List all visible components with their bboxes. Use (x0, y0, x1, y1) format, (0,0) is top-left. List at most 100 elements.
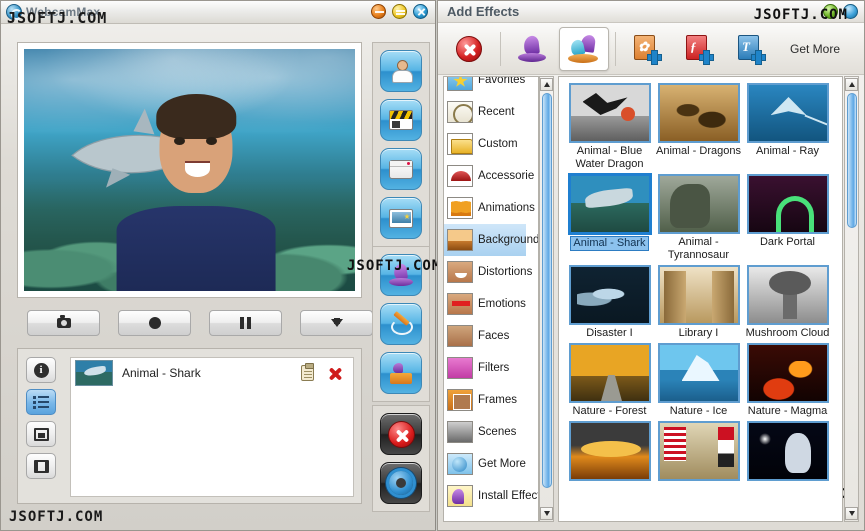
distorted-face-icon (447, 261, 473, 283)
magic-hat-icon (389, 264, 413, 286)
category-item-install-effects[interactable]: Install Effects (444, 480, 538, 512)
scroll-thumb[interactable] (542, 93, 552, 488)
clear-effects-button[interactable] (380, 413, 422, 455)
video-preview[interactable] (24, 49, 355, 291)
add-picture-button[interactable]: ✿ (622, 27, 672, 71)
category-item-frames[interactable]: Frames (444, 384, 526, 416)
download-button[interactable] (300, 310, 373, 336)
stop-x-icon (387, 420, 415, 448)
category-list[interactable]: Favorites Recent Custom Accessorie Animation… (443, 76, 539, 522)
main-window: WebcamMax JSOFTJ.COM JSOFTJ.COM i Animal… (0, 0, 440, 531)
snapshot-button[interactable] (27, 310, 100, 336)
add-effects-panel: Add Effects ✿ ƒ T Get More JSOFTJ.COM Fa… (437, 0, 865, 531)
category-item-accessorie[interactable]: Accessorie (444, 160, 534, 192)
category-scrollbar[interactable] (539, 76, 554, 522)
effect-thumbnail[interactable]: Nature - Ice (654, 343, 743, 418)
delete-x-icon[interactable] (328, 366, 343, 381)
camera-icon (56, 315, 71, 328)
effect-thumbnail-label: Dark Portal (759, 236, 816, 248)
effect-thumbnail[interactable]: Animal - Dragons (654, 83, 743, 171)
effects-scrollbar[interactable] (844, 76, 859, 522)
effects-window-controls (823, 4, 858, 19)
video-tab[interactable] (26, 453, 56, 479)
fx-close-button[interactable] (843, 4, 858, 19)
record-button[interactable] (118, 310, 191, 336)
effect-thumbnail[interactable]: Animal - Shark (565, 174, 654, 262)
add-effects-button[interactable] (380, 254, 422, 296)
add-flash-button[interactable]: ƒ (674, 27, 724, 71)
effect-thumbnail[interactable] (743, 421, 832, 481)
effect-thumbnail-label: Nature - Magma (747, 405, 828, 417)
doodle-button[interactable] (380, 303, 422, 345)
category-item-scenes[interactable]: Scenes (444, 416, 526, 448)
list-icon (33, 396, 49, 409)
category-item-animations[interactable]: Animations (444, 192, 535, 224)
arrow-down-icon (330, 318, 343, 327)
maximize-button[interactable] (392, 4, 407, 19)
list-item[interactable]: Animal - Shark (71, 358, 353, 388)
effect-thumbnail[interactable]: Nature - Forest (565, 343, 654, 418)
effect-list-tab[interactable] (26, 389, 56, 415)
category-item-emotions[interactable]: Emotions (444, 288, 526, 320)
effect-thumbnail[interactable] (654, 421, 743, 481)
category-item-favorites[interactable]: Favorites (444, 77, 526, 96)
clear-effects-button[interactable] (444, 27, 494, 71)
effect-thumbnail-label: Mushroom Cloud (745, 327, 830, 339)
title-bar: WebcamMax (1, 1, 435, 24)
category-label: Recent (478, 106, 515, 118)
category-item-filters[interactable]: Filters (444, 352, 526, 384)
scroll-down-arrow[interactable] (845, 507, 858, 520)
effect-thumbnail[interactable] (565, 421, 654, 481)
effects-toolbar: ✿ ƒ T Get More (438, 23, 864, 75)
desktop-source-button[interactable] (380, 148, 422, 190)
effects-toolbar-group (372, 246, 430, 402)
effect-thumbnail[interactable]: Library I (654, 265, 743, 340)
scroll-thumb[interactable] (847, 93, 857, 228)
category-item-faces[interactable]: Faces (444, 320, 526, 352)
fx-minimize-button[interactable] (823, 4, 838, 19)
info-icon: i (33, 362, 49, 378)
effect-thumbnail[interactable]: Dark Portal (743, 174, 832, 262)
effects-grid[interactable]: Animal - Blue Water Dragon Animal - Drago… (558, 76, 843, 522)
settings-button[interactable] (380, 462, 422, 504)
add-text-button[interactable]: T (726, 27, 776, 71)
effect-thumbnail-image (657, 343, 740, 403)
get-more-button[interactable]: Get More (790, 42, 840, 56)
scroll-up-arrow[interactable] (845, 78, 858, 91)
picture-source-button[interactable] (380, 197, 422, 239)
video-source-button[interactable] (380, 99, 422, 141)
category-item-get-more[interactable]: Get More (444, 448, 526, 480)
scroll-down-arrow[interactable] (540, 507, 553, 520)
category-item-custom[interactable]: Custom (444, 128, 526, 160)
multi-effect-button[interactable] (559, 26, 609, 71)
folder-icon (447, 133, 473, 155)
effect-thumbnail[interactable]: Nature - Magma (743, 343, 832, 418)
category-item-distortions[interactable]: Distortions (444, 256, 532, 288)
effect-thumbnail[interactable]: Animal - Tyrannosaur (654, 174, 743, 262)
effect-thumbnail-label: Nature - Ice (669, 405, 728, 417)
clipboard-icon[interactable] (301, 363, 314, 381)
category-item-background[interactable]: Background (444, 224, 538, 256)
webcam-source-button[interactable] (380, 50, 422, 92)
applied-effect-name: Animal - Shark (122, 366, 201, 380)
effect-thumbnail-image (657, 265, 740, 325)
category-item-recent[interactable]: Recent (444, 96, 526, 128)
pause-button[interactable] (209, 310, 282, 336)
picture-tab[interactable] (26, 421, 56, 447)
my-effects-button[interactable] (380, 352, 422, 394)
add-text-doc-icon: T (738, 34, 766, 65)
window-title: WebcamMax (26, 5, 101, 19)
effect-thumbnail[interactable]: Mushroom Cloud (743, 265, 832, 340)
info-tab[interactable]: i (26, 357, 56, 383)
single-effect-button[interactable] (507, 27, 557, 71)
scroll-up-arrow[interactable] (540, 78, 553, 91)
close-button[interactable] (413, 4, 428, 19)
effect-thumbnail[interactable]: Animal - Ray (743, 83, 832, 171)
minimize-button[interactable] (371, 4, 386, 19)
multi-hat-icon (568, 33, 600, 63)
effect-thumbnail-image (746, 343, 829, 403)
effect-thumbnail[interactable]: Disaster I (565, 265, 654, 340)
applied-effects-list[interactable]: Animal - Shark (70, 357, 354, 497)
effect-thumbnail[interactable]: Animal - Blue Water Dragon (565, 83, 654, 171)
effect-thumbnail-label: Animal - Blue Water Dragon (575, 145, 644, 170)
